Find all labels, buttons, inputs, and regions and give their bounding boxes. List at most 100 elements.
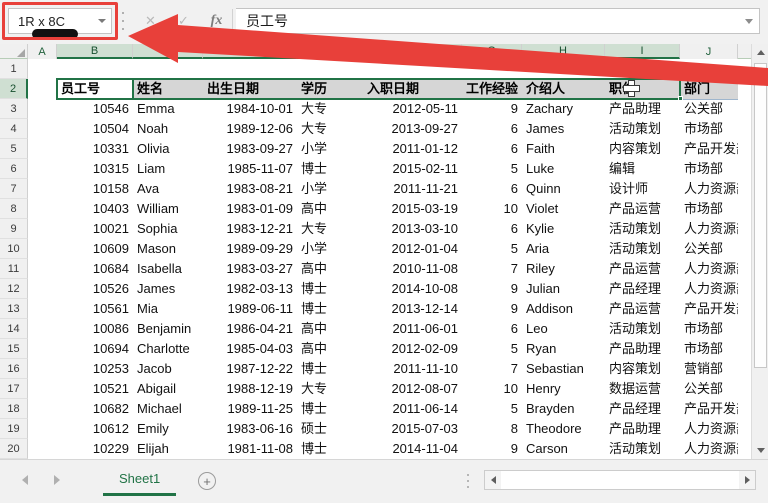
- row-header-9[interactable]: 9: [0, 219, 28, 239]
- column-header-a[interactable]: A: [28, 44, 57, 59]
- table-cell[interactable]: Carson: [522, 439, 605, 459]
- table-cell[interactable]: 1983-01-09: [203, 199, 297, 219]
- table-cell[interactable]: 产品开发部: [680, 399, 738, 419]
- table-cell[interactable]: 产品运营: [605, 259, 680, 279]
- column-header-d[interactable]: D: [203, 44, 297, 59]
- row-header-18[interactable]: 18: [0, 399, 28, 419]
- table-cell[interactable]: Noah: [133, 119, 203, 139]
- table-cell[interactable]: 10158: [57, 179, 133, 199]
- table-cell[interactable]: 10086: [57, 319, 133, 339]
- table-cell[interactable]: 5: [462, 239, 522, 259]
- table-cell[interactable]: 1983-08-21: [203, 179, 297, 199]
- table-cell[interactable]: 7: [462, 259, 522, 279]
- table-cell[interactable]: 市场部: [680, 339, 738, 359]
- table-cell[interactable]: 10682: [57, 399, 133, 419]
- table-cell[interactable]: 人力资源部: [680, 419, 738, 439]
- table-cell[interactable]: Mia: [133, 299, 203, 319]
- table-cell[interactable]: 10684: [57, 259, 133, 279]
- table-cell[interactable]: 市场部: [680, 319, 738, 339]
- table-cell[interactable]: 博士: [297, 279, 363, 299]
- table-cell[interactable]: 2011-06-14: [363, 399, 462, 419]
- table-cell[interactable]: 5: [462, 339, 522, 359]
- table-cell[interactable]: 2011-06-01: [363, 319, 462, 339]
- column-header-e[interactable]: E: [297, 44, 363, 59]
- table-cell[interactable]: James: [133, 279, 203, 299]
- check-icon[interactable]: ✓: [167, 8, 200, 34]
- table-cell[interactable]: Emma: [133, 99, 203, 119]
- worksheet-grid[interactable]: ABCDEFGHIJ 1 2 3 4 5 6 7 8 9 10 11 12 13 14 15 16 17 18 19…: [0, 44, 768, 479]
- row-header-15[interactable]: 15: [0, 339, 28, 359]
- table-cell[interactable]: 市场部: [680, 119, 738, 139]
- table-cell[interactable]: Zachary: [522, 99, 605, 119]
- horizontal-scrollbar-grip[interactable]: [466, 474, 469, 488]
- table-cell[interactable]: 活动策划: [605, 439, 680, 459]
- table-cell[interactable]: 10: [462, 379, 522, 399]
- formula-bar-grip[interactable]: [120, 12, 126, 30]
- table-cell[interactable]: 产品助理: [605, 99, 680, 119]
- row-header-16[interactable]: 16: [0, 359, 28, 379]
- table-cell[interactable]: 人力资源部: [680, 179, 738, 199]
- table-cell[interactable]: Sebastian: [522, 359, 605, 379]
- scroll-left-icon[interactable]: [485, 471, 501, 489]
- row-header-19[interactable]: 19: [0, 419, 28, 439]
- table-cell[interactable]: Henry: [522, 379, 605, 399]
- table-cell[interactable]: 2010-11-08: [363, 259, 462, 279]
- table-cell[interactable]: Olivia: [133, 139, 203, 159]
- table-cell[interactable]: 2012-01-04: [363, 239, 462, 259]
- table-cell[interactable]: 1982-03-13: [203, 279, 297, 299]
- table-cell[interactable]: 活动策划: [605, 119, 680, 139]
- arrow-left-icon[interactable]: [18, 472, 32, 488]
- table-cell[interactable]: 9: [462, 299, 522, 319]
- table-header-cell-2[interactable]: 出生日期: [203, 79, 297, 99]
- table-cell[interactable]: 2015-07-03: [363, 419, 462, 439]
- table-cell[interactable]: 10504: [57, 119, 133, 139]
- table-cell[interactable]: 1981-11-08: [203, 439, 297, 459]
- table-cell[interactable]: 硕士: [297, 419, 363, 439]
- table-cell[interactable]: 小学: [297, 239, 363, 259]
- table-cell[interactable]: 2012-05-11: [363, 99, 462, 119]
- table-cell[interactable]: 10331: [57, 139, 133, 159]
- row-header-12[interactable]: 12: [0, 279, 28, 299]
- table-cell[interactable]: Jacob: [133, 359, 203, 379]
- table-cell[interactable]: 数据运营: [605, 379, 680, 399]
- table-cell[interactable]: Theodore: [522, 419, 605, 439]
- table-cell[interactable]: 大专: [297, 219, 363, 239]
- table-cell[interactable]: 产品运营: [605, 299, 680, 319]
- table-cell[interactable]: 博士: [297, 359, 363, 379]
- table-cell[interactable]: 公关部: [680, 239, 738, 259]
- table-cell[interactable]: 10315: [57, 159, 133, 179]
- row-header-5[interactable]: 5: [0, 139, 28, 159]
- chevron-down-icon[interactable]: [93, 9, 111, 33]
- table-cell[interactable]: 高中: [297, 339, 363, 359]
- table-cell[interactable]: William: [133, 199, 203, 219]
- table-cell[interactable]: 2014-11-04: [363, 439, 462, 459]
- table-cell[interactable]: 2011-11-21: [363, 179, 462, 199]
- table-cell[interactable]: 1985-04-03: [203, 339, 297, 359]
- table-cell[interactable]: 2012-02-09: [363, 339, 462, 359]
- column-header-f[interactable]: F: [363, 44, 462, 59]
- select-all-corner[interactable]: [0, 44, 28, 59]
- table-cell[interactable]: 1987-12-22: [203, 359, 297, 379]
- table-cell[interactable]: 活动策划: [605, 239, 680, 259]
- table-cell[interactable]: 人力资源部: [680, 279, 738, 299]
- table-cell[interactable]: 市场部: [680, 159, 738, 179]
- table-cell[interactable]: 6: [462, 319, 522, 339]
- scroll-down-icon[interactable]: [752, 442, 768, 459]
- table-cell[interactable]: Sophia: [133, 219, 203, 239]
- table-cell[interactable]: 2015-03-19: [363, 199, 462, 219]
- table-cell[interactable]: 2013-03-10: [363, 219, 462, 239]
- table-cell[interactable]: 1988-12-19: [203, 379, 297, 399]
- table-cell[interactable]: 7: [462, 359, 522, 379]
- table-cell[interactable]: 5: [462, 399, 522, 419]
- table-cell[interactable]: Ava: [133, 179, 203, 199]
- row-header-20[interactable]: 20: [0, 439, 28, 459]
- table-cell[interactable]: 编辑: [605, 159, 680, 179]
- table-cell[interactable]: 10: [462, 199, 522, 219]
- add-sheet-button[interactable]: +: [198, 472, 216, 490]
- column-header-i[interactable]: I: [605, 44, 680, 59]
- table-cell[interactable]: 1989-12-06: [203, 119, 297, 139]
- table-cell[interactable]: 博士: [297, 399, 363, 419]
- fx-icon[interactable]: fx: [200, 8, 233, 34]
- table-header-cell-5[interactable]: 工作经验: [462, 79, 522, 99]
- table-header-cell-6[interactable]: 介绍人: [522, 79, 605, 99]
